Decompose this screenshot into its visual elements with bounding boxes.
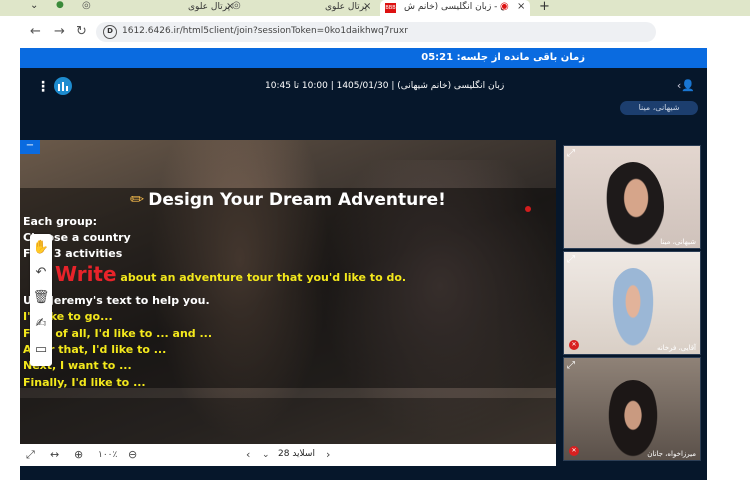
browser-tab-3[interactable]: BBB علوی - زبان انگلیسی (خانم ش... ◉ × — [380, 0, 530, 16]
tab-title: پرتال علوی — [325, 2, 368, 12]
new-tab-icon[interactable]: + — [539, 0, 550, 14]
participant-video — [608, 268, 658, 354]
whiteboard-toolbar: ✋ ↶ 🗑 ✍ ▭ — [30, 234, 52, 366]
slide-write-line: Write about an adventure tour that you'd… — [23, 262, 406, 286]
browser-tab-1[interactable]: پرتال علوی × — [96, 0, 236, 16]
site-info-icon[interactable]: D — [103, 25, 117, 39]
app-logo-icon[interactable] — [54, 77, 72, 95]
zoom-out-icon[interactable]: ⊖ — [128, 448, 137, 461]
session-timer-bar: زمان باقی مانده از جلسه: 05:21 — [20, 48, 707, 68]
webcam-name: آقایی، فرخانه — [656, 344, 696, 352]
tab-title: علوی - زبان انگلیسی (خانم ش... — [404, 2, 504, 12]
session-remaining: زمان باقی مانده از جلسه: 05:21 — [421, 52, 585, 63]
presenter-badge[interactable]: شیهانی، مینا — [620, 101, 698, 115]
url-text[interactable]: 1612.6426.ir/html5client/join?sessionTok… — [122, 26, 408, 36]
laser-pointer — [525, 206, 531, 212]
browser-tabbar: ⌄ ● ◎ پرتال علوی × ◎ پرتال علوی × BBB عل… — [0, 0, 750, 16]
address-bar: ← → ↻ D 1612.6426.ir/html5client/join?se… — [0, 16, 750, 48]
webcam-2[interactable]: ⤢ ✕ آقایی، فرخانه — [563, 251, 701, 355]
more-options-icon[interactable]: ⋮ — [36, 79, 50, 95]
hand-pan-icon[interactable]: ✋ — [32, 238, 50, 258]
expand-icon[interactable]: ⤢ — [567, 148, 575, 159]
back-icon[interactable]: ← — [30, 24, 41, 39]
muted-mic-icon: ✕ — [569, 340, 579, 350]
tab-title: پرتال علوی — [188, 2, 231, 12]
recording-icon: ◉ — [500, 1, 509, 12]
meeting-app: ⋮ زبان انگلیسی (خانم شیهانی) | 1405/01/3… — [20, 68, 707, 480]
previous-slide-icon[interactable]: ‹ — [246, 448, 250, 461]
globe-icon: ◎ — [82, 0, 91, 11]
webcam-name: میرزاخواه، جانان — [647, 450, 696, 458]
expand-icon[interactable]: ⤢ — [567, 254, 575, 265]
chevron-down-icon[interactable]: ⌄ — [262, 450, 270, 460]
slide-title: ✏ Design Your Dream Adventure! — [130, 190, 446, 210]
minimize-presentation-button[interactable]: − — [20, 140, 40, 154]
user-list-icon[interactable]: ‹👤 — [677, 79, 695, 92]
slide-line: Finally, I'd like to ... — [23, 376, 146, 389]
pencil-icon: ✏ — [130, 190, 145, 210]
browser-tab-2[interactable]: پرتال علوی × — [245, 0, 375, 16]
fit-width-icon[interactable]: ↔ — [50, 448, 59, 461]
chevron-down-icon[interactable]: ⌄ — [30, 0, 38, 11]
participant-video — [604, 380, 662, 460]
webcam-1[interactable]: ⤢ شیهانی، مینا — [563, 145, 701, 249]
map-pin-icon: ● — [56, 0, 64, 10]
globe-icon: ◎ — [232, 0, 241, 11]
webcam-name: شیهانی، مینا — [660, 238, 696, 246]
presentation-controls: ⤢ ↔ ⊕ ۱۰۰٪ ⊖ ‹ ⌄ اسلاید 28 › — [20, 444, 556, 466]
close-icon[interactable]: × — [363, 0, 371, 14]
expand-icon[interactable]: ⤢ — [567, 360, 575, 371]
reload-icon[interactable]: ↻ — [76, 24, 87, 39]
whiteboard-icon[interactable]: ▭ — [32, 340, 50, 360]
webcam-3[interactable]: ⤢ ✕ میرزاخواه، جانان — [563, 357, 701, 461]
next-slide-icon[interactable]: › — [326, 448, 330, 461]
forward-icon[interactable]: → — [54, 24, 65, 39]
slide-write-word: Write — [55, 262, 117, 286]
session-remaining-time: 05:21 — [421, 52, 454, 63]
undo-icon[interactable]: ↶ — [32, 263, 50, 283]
close-icon[interactable]: × — [517, 0, 525, 14]
slide-line: Each group: — [23, 215, 98, 228]
presentation-slide: − ✏ Design Your Dream Adventure! Each gro… — [20, 140, 556, 444]
tab-favicon: BBB — [385, 3, 396, 13]
meeting-title: زبان انگلیسی (خانم شیهانی) | 1405/01/30 … — [265, 81, 505, 91]
muted-mic-icon: ✕ — [569, 446, 579, 456]
session-remaining-label: زمان باقی مانده از جلسه: — [456, 52, 585, 63]
slide-write-rest: about an adventure tour that you'd like … — [120, 271, 407, 284]
participant-video — [602, 162, 664, 248]
zoom-in-icon[interactable]: ⊕ — [74, 448, 83, 461]
multi-user-pen-icon[interactable]: ✍ — [32, 314, 50, 334]
zoom-level: ۱۰۰٪ — [98, 450, 118, 460]
fullscreen-icon[interactable]: ⤢ — [26, 448, 35, 462]
slide-select[interactable]: اسلاید 28 — [278, 449, 315, 459]
trash-icon[interactable]: 🗑 — [32, 288, 50, 308]
